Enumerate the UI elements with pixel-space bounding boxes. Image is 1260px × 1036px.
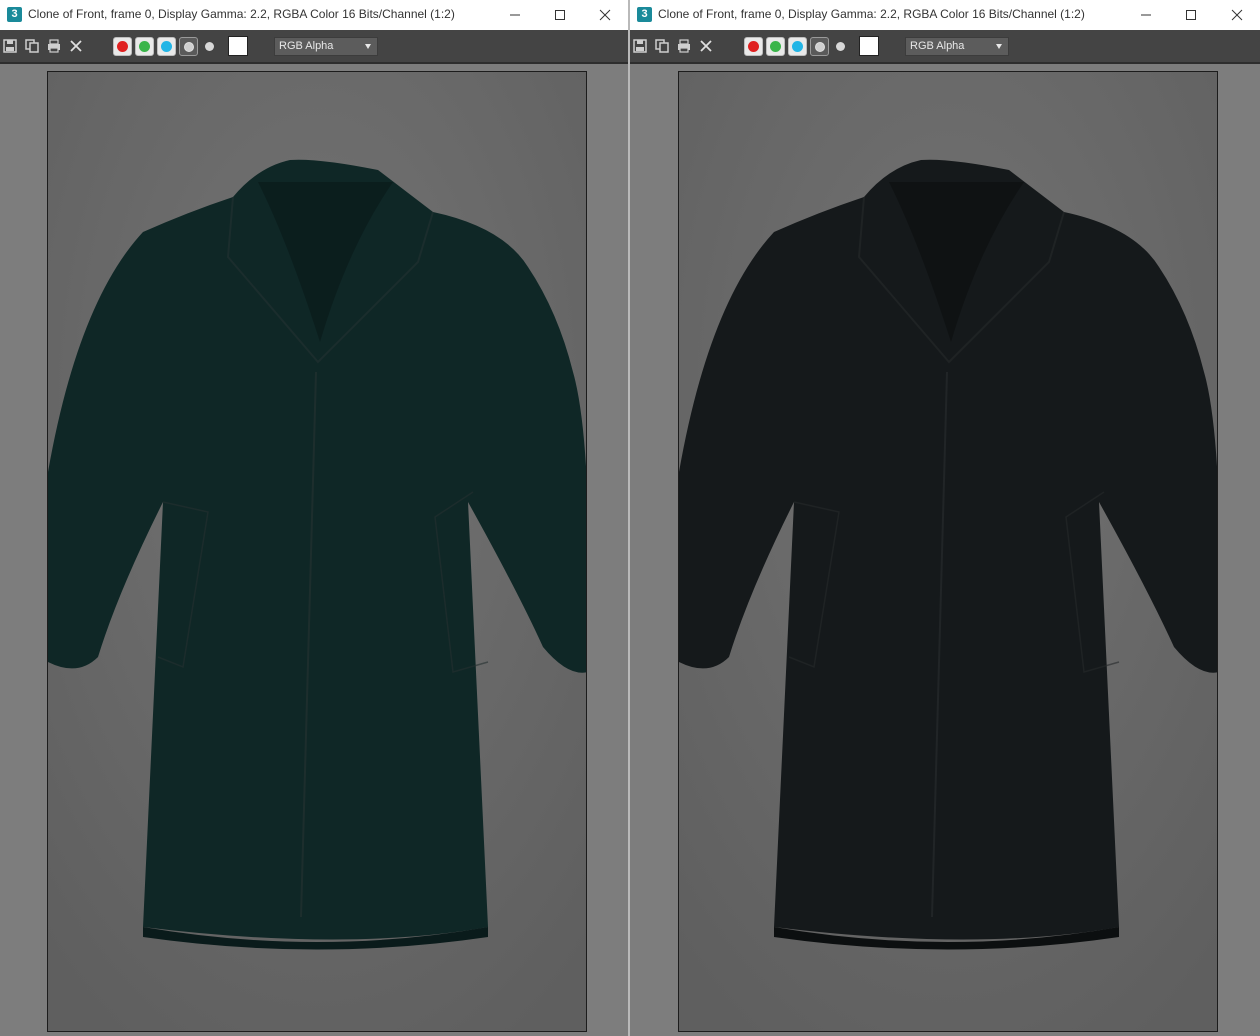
toolbar: RGB Alpha (630, 30, 1260, 64)
green-channel-icon (770, 41, 781, 52)
monochrome-toggle[interactable] (205, 42, 214, 51)
clear-icon (700, 40, 712, 52)
green-channel-toggle[interactable] (766, 37, 785, 56)
save-icon (3, 39, 17, 53)
maximize-button[interactable] (1168, 0, 1214, 30)
app-icon: 3 (7, 7, 22, 22)
maximize-icon (555, 10, 565, 20)
print-image-button[interactable] (46, 38, 62, 54)
print-image-button[interactable] (676, 38, 692, 54)
minimize-icon (510, 14, 520, 16)
minimize-icon (1141, 14, 1151, 16)
green-channel-icon (139, 41, 150, 52)
close-button[interactable] (582, 0, 628, 30)
maximize-button[interactable] (537, 0, 583, 30)
channel-display-dropdown[interactable]: RGB Alpha (274, 37, 378, 56)
save-image-button[interactable] (632, 38, 648, 54)
red-channel-icon (748, 41, 759, 52)
print-icon (678, 39, 690, 53)
copy-image-button[interactable] (654, 38, 670, 54)
save-image-button[interactable] (2, 38, 18, 54)
clear-image-button[interactable] (68, 38, 84, 54)
red-channel-toggle[interactable] (113, 37, 132, 56)
window-title: Clone of Front, frame 0, Display Gamma: … (658, 7, 1085, 21)
title-bar[interactable]: 3 Clone of Front, frame 0, Display Gamma… (0, 0, 628, 30)
clear-icon (70, 40, 82, 52)
app-icon: 3 (637, 7, 652, 22)
color-swatch[interactable] (228, 36, 248, 56)
alpha-channel-icon (814, 41, 825, 52)
color-swatch[interactable] (859, 36, 879, 56)
copy-image-button[interactable] (24, 38, 40, 54)
chevron-down-icon (365, 44, 371, 49)
blue-channel-toggle[interactable] (788, 37, 807, 56)
coat-render-image (679, 72, 1217, 1031)
channel-display-value: RGB Alpha (279, 40, 334, 52)
toolbar: RGB Alpha (0, 30, 628, 64)
copy-icon (655, 39, 669, 53)
alpha-channel-icon (183, 41, 194, 52)
window-title: Clone of Front, frame 0, Display Gamma: … (28, 7, 455, 21)
alpha-channel-toggle[interactable] (179, 37, 198, 56)
channel-display-dropdown[interactable]: RGB Alpha (905, 37, 1009, 56)
green-channel-toggle[interactable] (135, 37, 154, 56)
minimize-button[interactable] (492, 0, 538, 30)
render-viewport[interactable] (47, 71, 587, 1032)
monochrome-toggle[interactable] (836, 42, 845, 51)
save-icon (633, 39, 647, 53)
close-icon (1231, 9, 1243, 21)
frame-buffer-window-right: 3 Clone of Front, frame 0, Display Gamma… (630, 0, 1260, 1036)
print-icon (48, 39, 60, 53)
render-viewport[interactable] (678, 71, 1218, 1032)
clear-image-button[interactable] (698, 38, 714, 54)
alpha-channel-toggle[interactable] (810, 37, 829, 56)
frame-buffer-window-left: 3 Clone of Front, frame 0, Display Gamma… (0, 0, 628, 1036)
title-bar[interactable]: 3 Clone of Front, frame 0, Display Gamma… (630, 0, 1260, 30)
close-button[interactable] (1214, 0, 1260, 30)
blue-channel-icon (792, 41, 803, 52)
maximize-icon (1186, 10, 1196, 20)
close-icon (599, 9, 611, 21)
copy-icon (25, 39, 39, 53)
channel-display-value: RGB Alpha (910, 40, 965, 52)
minimize-button[interactable] (1123, 0, 1169, 30)
blue-channel-toggle[interactable] (157, 37, 176, 56)
chevron-down-icon (996, 44, 1002, 49)
red-channel-toggle[interactable] (744, 37, 763, 56)
red-channel-icon (117, 41, 128, 52)
blue-channel-icon (161, 41, 172, 52)
coat-render-image (48, 72, 586, 1031)
